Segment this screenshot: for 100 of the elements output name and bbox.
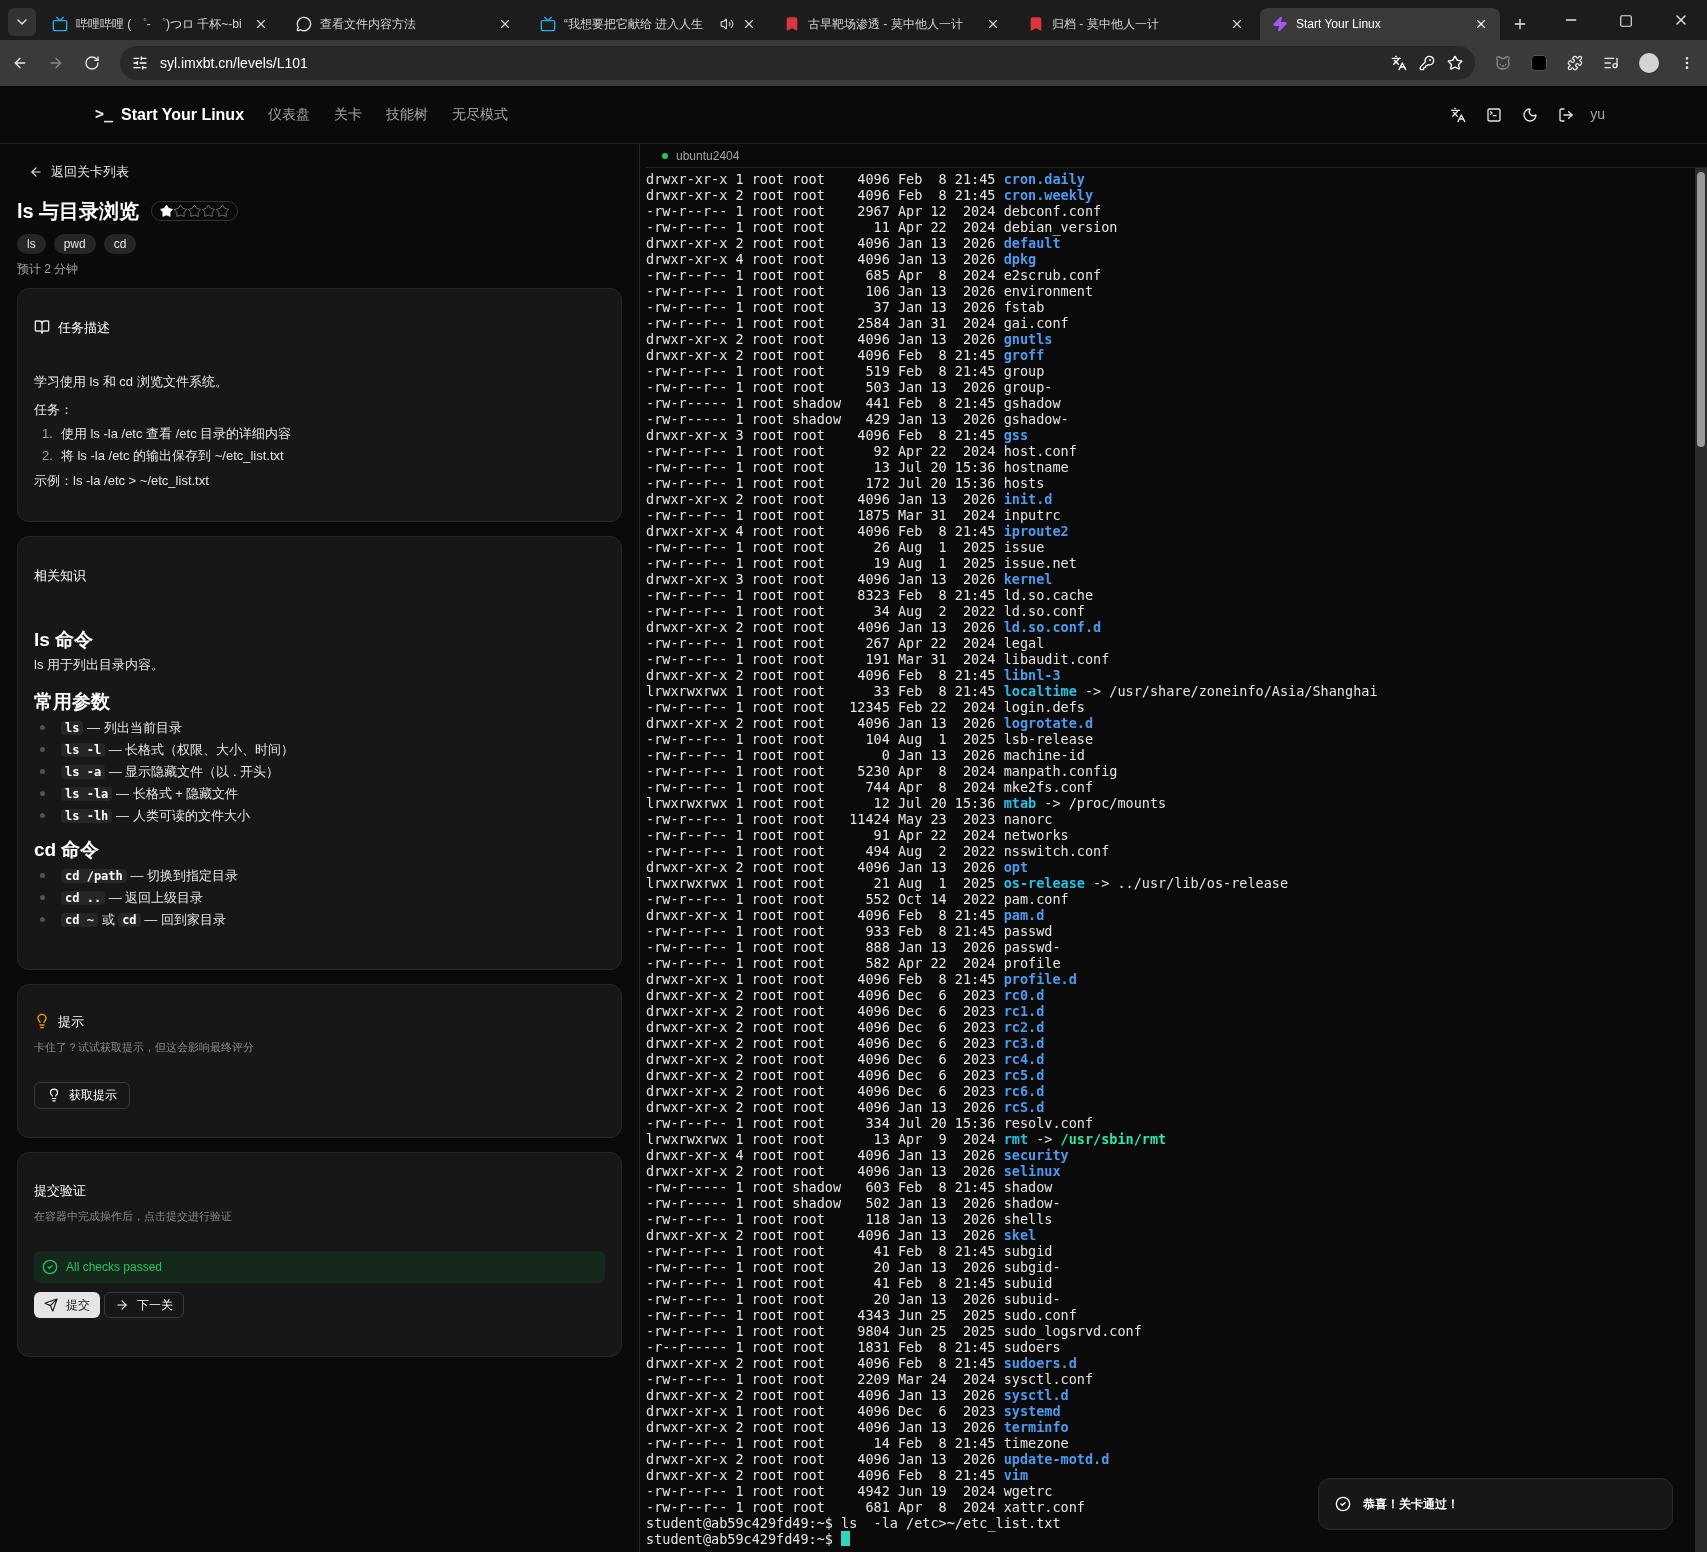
terminal-line: -rw-r----- 1 root shadow 603 Feb 8 21:45 shadow bbox=[646, 1179, 1053, 1195]
user-name[interactable]: yu bbox=[1590, 104, 1605, 125]
close-icon[interactable] bbox=[1474, 17, 1488, 31]
terminal-line: drwxr-xr-x 2 root root 4096 Dec 6 2023 rc2.d bbox=[646, 1019, 1045, 1035]
bookmark-star-icon[interactable] bbox=[1447, 55, 1463, 71]
terminal-line: -rw-r--r-- 1 root root 34 Aug 2 2022 ld.so.conf bbox=[646, 603, 1085, 619]
list-item: cd .. — 返回上级目录 bbox=[61, 887, 204, 908]
task-example: 示例：ls -la /etc > ~/etc_list.txt bbox=[34, 472, 210, 490]
forward-icon[interactable] bbox=[48, 55, 64, 71]
terminal-line: -rw-r----- 1 root shadow 441 Feb 8 21:45 gshadow bbox=[646, 395, 1061, 411]
terminal-line: -rw-r--r-- 1 root root 104 Aug 1 2025 lsb-release bbox=[646, 731, 1094, 747]
terminal-line: -rw-r--r-- 1 root root 191 Mar 31 2024 libaudit.conf bbox=[646, 651, 1110, 667]
terminal-line: -rw-r--r-- 1 root root 933 Feb 8 21:45 passwd bbox=[646, 923, 1053, 939]
terminal-line: -rw-r--r-- 1 root root 681 Apr 8 2024 xattr.conf bbox=[646, 1499, 1085, 1515]
extension-icon[interactable] bbox=[1531, 55, 1547, 71]
logout-icon[interactable] bbox=[1558, 106, 1575, 123]
terminal-line: -rw-r----- 1 root shadow 502 Jan 13 2026 shadow- bbox=[646, 1195, 1061, 1211]
close-icon[interactable] bbox=[254, 17, 268, 31]
theme-icon[interactable] bbox=[1522, 106, 1539, 123]
terminal-line: -rw-r--r-- 1 root root 20 Jan 13 2026 subgid- bbox=[646, 1259, 1061, 1275]
tv-icon bbox=[540, 16, 556, 32]
bookmark-icon bbox=[1028, 16, 1044, 32]
site-settings-icon[interactable] bbox=[132, 55, 148, 71]
submit-button[interactable]: 提交 bbox=[34, 1291, 100, 1318]
address-bar[interactable]: syl.imxbt.cn/levels/L101 bbox=[120, 46, 1475, 80]
terminal-line: -rw-r--r-- 1 root root 12345 Feb 22 2024 login.defs bbox=[646, 699, 1085, 715]
terminal-line: drwxr-xr-x 2 root root 4096 Jan 13 2026 opt bbox=[646, 859, 1028, 875]
translate-icon[interactable] bbox=[1391, 55, 1407, 71]
terminal-icon[interactable] bbox=[1486, 106, 1503, 123]
terminal-line: -rw-r--r-- 1 root root 503 Jan 13 2026 group- bbox=[646, 379, 1053, 395]
back-link[interactable]: 返回关卡列表 bbox=[17, 162, 622, 182]
close-icon[interactable] bbox=[986, 17, 1000, 31]
terminal-line: -rw-r----- 1 root shadow 429 Jan 13 2026 gshadow- bbox=[646, 411, 1069, 427]
bolt-icon bbox=[1272, 16, 1288, 32]
terminal-line: drwxr-xr-x 2 root root 4096 Jan 13 2026 rcS.d bbox=[646, 1099, 1045, 1115]
browser-tab[interactable]: 归档 - 莫中他人一计 bbox=[1016, 8, 1256, 40]
terminal-line: -rw-r--r-- 1 root root 888 Jan 13 2026 passwd- bbox=[646, 939, 1061, 955]
nav-link[interactable]: 仪表盘 bbox=[268, 104, 311, 125]
bookmark-icon bbox=[784, 16, 800, 32]
list-item: ls -a — 显示隐藏文件（以 . 开头） bbox=[61, 761, 280, 782]
close-icon[interactable] bbox=[498, 17, 512, 31]
terminal-line: -rw-r--r-- 1 root root 2967 Apr 12 2024 debconf.conf bbox=[646, 203, 1102, 219]
tab-title: 哔哩哔哩 ( ゜- ゜)つロ 千杯~-bi bbox=[76, 16, 243, 33]
browser-tab[interactable]: 古早靶场渗透 - 莫中他人一计 bbox=[772, 8, 1012, 40]
terminal-line: lrwxrwxrwx 1 root root 12 Jul 20 15:36 mtab -> /proc/mounts bbox=[646, 795, 1167, 811]
maximize-icon[interactable] bbox=[1619, 14, 1633, 28]
list-item: cd /path — 切换到指定目录 bbox=[61, 865, 239, 886]
nav-link[interactable]: 无尽模式 bbox=[452, 104, 509, 125]
terminal-line: drwxr-xr-x 2 root root 4096 Dec 6 2023 rc5.d bbox=[646, 1067, 1045, 1083]
reload-icon[interactable] bbox=[84, 55, 100, 71]
cat-icon[interactable] bbox=[1495, 55, 1511, 71]
translate-icon[interactable] bbox=[1450, 106, 1467, 123]
terminal-line: -rw-r--r-- 1 root root 2584 Jan 31 2024 gai.conf bbox=[646, 315, 1069, 331]
tab-title: 古早靶场渗透 - 莫中他人一计 bbox=[808, 16, 964, 33]
key-icon[interactable] bbox=[1419, 55, 1435, 71]
step-number: 2. bbox=[42, 447, 53, 465]
browser-tab[interactable]: Start Your Linux bbox=[1260, 8, 1500, 40]
task-step: 将 ls -la /etc 的输出保存到 ~/etc_list.txt bbox=[60, 445, 284, 467]
tab-list-button[interactable] bbox=[8, 8, 36, 36]
terminal-line: -rw-r--r-- 1 root root 14 Feb 8 21:45 timezone bbox=[646, 1435, 1069, 1451]
task-intro: 学习使用 ls 和 cd 浏览文件系统。 bbox=[34, 373, 229, 391]
browser-tab[interactable]: “我想要把它献给 进入人生 bbox=[528, 8, 768, 40]
terminal-line: -rw-r--r-- 1 root root 118 Jan 13 2026 shells bbox=[646, 1211, 1053, 1227]
hint-button[interactable]: 获取提示 bbox=[34, 1081, 130, 1109]
tag: pwd bbox=[53, 233, 96, 254]
next-level-button[interactable]: 下一关 bbox=[104, 1291, 184, 1318]
new-tab-icon[interactable] bbox=[1512, 16, 1528, 32]
star-icon bbox=[174, 204, 188, 217]
back-icon[interactable] bbox=[12, 55, 28, 71]
star-icon bbox=[160, 204, 174, 217]
browser-tab[interactable]: 哔哩哔哩 ( ゜- ゜)つロ 千杯~-bi bbox=[40, 8, 280, 40]
terminal-line: -rw-r--r-- 1 root root 519 Feb 8 21:45 group bbox=[646, 363, 1045, 379]
card-heading: 提交验证 bbox=[34, 1181, 87, 1200]
terminal-line: -rw-r--r-- 1 root root 41 Feb 8 21:45 subuid bbox=[646, 1275, 1053, 1291]
avatar[interactable] bbox=[1639, 53, 1659, 73]
terminal-line: drwxr-xr-x 2 root root 4096 Dec 6 2023 rc0.d bbox=[646, 987, 1045, 1003]
logo-mark: >_ bbox=[95, 104, 114, 126]
nav-link[interactable]: 关卡 bbox=[334, 104, 363, 125]
brand-name[interactable]: Start Your Linux bbox=[121, 102, 245, 127]
nav-link[interactable]: 技能树 bbox=[386, 104, 429, 125]
terminal-line: drwxr-xr-x 4 root root 4096 Jan 13 2026 security bbox=[646, 1147, 1069, 1163]
tab-title: 归档 - 莫中他人一计 bbox=[1052, 16, 1160, 33]
terminal-line: -rw-r--r-- 1 root root 8323 Feb 8 21:45 ld.so.cache bbox=[646, 587, 1094, 603]
close-icon[interactable] bbox=[742, 17, 756, 31]
terminal-line: -rw-r--r-- 1 root root 4343 Jun 25 2025 sudo.conf bbox=[646, 1307, 1077, 1323]
browser-tab[interactable]: 查看文件内容方法 bbox=[284, 8, 524, 40]
tab-title: 查看文件内容方法 bbox=[320, 16, 417, 33]
terminal-line: drwxr-xr-x 1 root root 4096 Feb 8 21:45 profile.d bbox=[646, 971, 1077, 987]
terminal-line: -rw-r--r-- 1 root root 13 Jul 20 15:36 hostname bbox=[646, 459, 1069, 475]
lightbulb-icon bbox=[47, 1088, 61, 1102]
star-icon bbox=[202, 204, 216, 217]
terminal-line: lrwxrwxrwx 1 root root 33 Feb 8 21:45 localtime -> /usr/share/zoneinfo/Asia/Shanghai bbox=[646, 683, 1378, 699]
terminal-line: drwxr-xr-x 2 root root 4096 Jan 13 2026 gnutls bbox=[646, 331, 1053, 347]
terminal-line: -rw-r--r-- 1 root root 744 Apr 8 2024 mke2fs.conf bbox=[646, 779, 1094, 795]
terminal-line: drwxr-xr-x 4 root root 4096 Feb 8 21:45 iproute2 bbox=[646, 523, 1069, 539]
terminal-line: drwxr-xr-x 1 root root 4096 Feb 8 21:45 pam.d bbox=[646, 907, 1045, 923]
extensions-icon[interactable] bbox=[1567, 55, 1583, 71]
terminal-line: drwxr-xr-x 2 root root 4096 Jan 13 2026 update-motd.d bbox=[646, 1451, 1110, 1467]
media-icon[interactable] bbox=[1603, 55, 1619, 71]
close-icon[interactable] bbox=[1230, 17, 1244, 31]
